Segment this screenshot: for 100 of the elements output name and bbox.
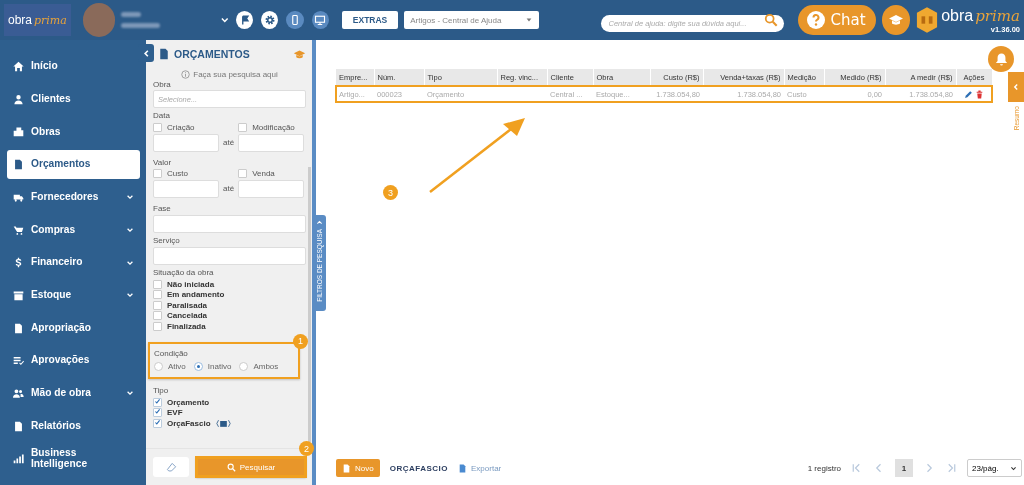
service-field[interactable] (153, 247, 306, 265)
brand-logo-icon (916, 6, 939, 34)
field-label: Obra (153, 80, 172, 89)
search-icon (226, 462, 236, 472)
first-page-icon[interactable] (851, 462, 863, 474)
checkbox-label: Paralisada (167, 300, 208, 310)
checkbox[interactable] (153, 418, 162, 428)
step-badge: 1 (293, 333, 308, 349)
edit-icon[interactable] (964, 89, 973, 99)
avatar-placeholder[interactable] (82, 3, 116, 37)
radio-label: Ambos (253, 362, 279, 372)
range-end-field[interactable] (238, 180, 305, 198)
sidebar-item[interactable]: Início (7, 52, 140, 82)
page-button[interactable]: 1 (895, 459, 913, 477)
radio-button[interactable] (154, 362, 163, 372)
checkbox[interactable] (153, 169, 162, 179)
checkbox[interactable] (153, 321, 162, 331)
checkbox-label: EVF (167, 408, 183, 418)
checkbox[interactable] (153, 311, 162, 321)
range-separator: até (223, 184, 235, 195)
menu-item-icon (13, 61, 24, 73)
radio-label: Inativo (207, 362, 232, 372)
chevron-down-icon[interactable] (219, 15, 230, 25)
menu-item-icon (13, 224, 24, 236)
field-label: Data (153, 111, 171, 120)
checkbox[interactable] (238, 169, 248, 179)
checkbox[interactable] (153, 122, 162, 132)
checkbox[interactable] (153, 290, 162, 300)
panel-title: ORÇAMENTOS (174, 48, 251, 60)
document-icon (342, 463, 351, 473)
last-page-icon[interactable] (945, 462, 957, 474)
document-icon (158, 48, 170, 60)
sidebar-item[interactable]: Aprovações (7, 346, 140, 376)
chevron-down-icon (126, 291, 134, 300)
checkbox[interactable] (153, 397, 162, 407)
eraser-icon (165, 461, 177, 473)
sidebar-item[interactable]: Compras (7, 215, 140, 245)
checkbox-label: Não iniciada (167, 279, 215, 289)
checkbox-label: Orçamento (167, 397, 210, 407)
expand-summary-button[interactable] (1008, 72, 1024, 102)
sidebar-item[interactable]: Financeiro (7, 248, 140, 278)
delete-icon[interactable] (975, 89, 984, 99)
search-icon[interactable] (763, 13, 778, 27)
blurred-name-placeholder (121, 12, 160, 28)
radio-label: Ativo (168, 362, 186, 372)
checkbox-label: Finalizada (167, 321, 206, 331)
range-separator: até (223, 137, 235, 149)
chevron-down-icon (126, 193, 134, 202)
chevron-down-icon (1010, 464, 1017, 472)
sidebar-item[interactable]: Fornecedores (7, 182, 140, 212)
sidebar-item[interactable]: Mão de obra (7, 378, 140, 409)
range-start-field[interactable] (153, 133, 219, 152)
field-label: Situação da obra (153, 268, 215, 277)
checkbox[interactable] (238, 122, 248, 132)
menu-item-icon (13, 159, 24, 171)
chevron-down-icon (126, 389, 134, 398)
clear-button[interactable] (153, 457, 189, 477)
sidebar-item[interactable]: Estoque (7, 280, 140, 310)
partner-logo[interactable]: ORÇAFASCIO (389, 463, 449, 473)
sidebar-item[interactable]: Clientes (7, 84, 140, 114)
field-label: Condição (154, 348, 189, 358)
graduation-cap-icon[interactable] (881, 5, 911, 35)
page-size-select[interactable]: 23/pág. (967, 459, 1022, 477)
step-badge: 3 (383, 185, 398, 200)
range-end-field[interactable] (238, 133, 305, 152)
radio-button[interactable] (193, 362, 203, 372)
radio-button[interactable] (239, 362, 249, 372)
partner-logo-icon (215, 418, 231, 428)
menu-item-icon (13, 453, 24, 465)
help-articles-select[interactable]: Artigos - Central de Ajuda (404, 11, 539, 29)
sidebar-item[interactable]: Business Intelligence (7, 444, 140, 474)
sidebar-item[interactable]: Relatórios (7, 411, 140, 441)
sidebar-item[interactable]: Orçamentos (7, 150, 140, 180)
flag-icon[interactable] (236, 11, 254, 29)
notification-bell-icon[interactable] (988, 46, 1014, 72)
document-icon (458, 463, 468, 473)
settings-icon[interactable] (261, 11, 279, 29)
sidebar-item[interactable]: Obras (7, 117, 140, 147)
extras-button[interactable]: EXTRAS (341, 11, 399, 29)
range-start-field[interactable] (153, 180, 219, 198)
checkbox[interactable] (153, 279, 162, 289)
monitor-icon[interactable] (311, 11, 329, 29)
menu-item-icon (13, 355, 24, 367)
hint-text: Faça sua pesquisa aqui (193, 69, 278, 79)
phone-icon[interactable] (286, 11, 304, 29)
sidebar-item[interactable]: Apropriação (7, 313, 140, 343)
scrollbar[interactable] (308, 167, 311, 442)
field-label: Serviço (153, 236, 181, 245)
help-icon (805, 10, 826, 30)
checkbox[interactable] (153, 408, 162, 418)
menu-item-icon (13, 257, 24, 269)
checkbox-label: Cancelada (167, 311, 208, 321)
menu-item-icon (13, 93, 24, 105)
app-logo[interactable]: obra prima (4, 4, 71, 36)
checkbox-label: Venda (252, 169, 275, 179)
phase-field[interactable] (153, 215, 306, 233)
chevron-left-icon (141, 48, 151, 58)
checkbox[interactable] (153, 300, 162, 310)
record-count: 1 registro (807, 463, 841, 473)
menu-item-icon (13, 289, 24, 301)
